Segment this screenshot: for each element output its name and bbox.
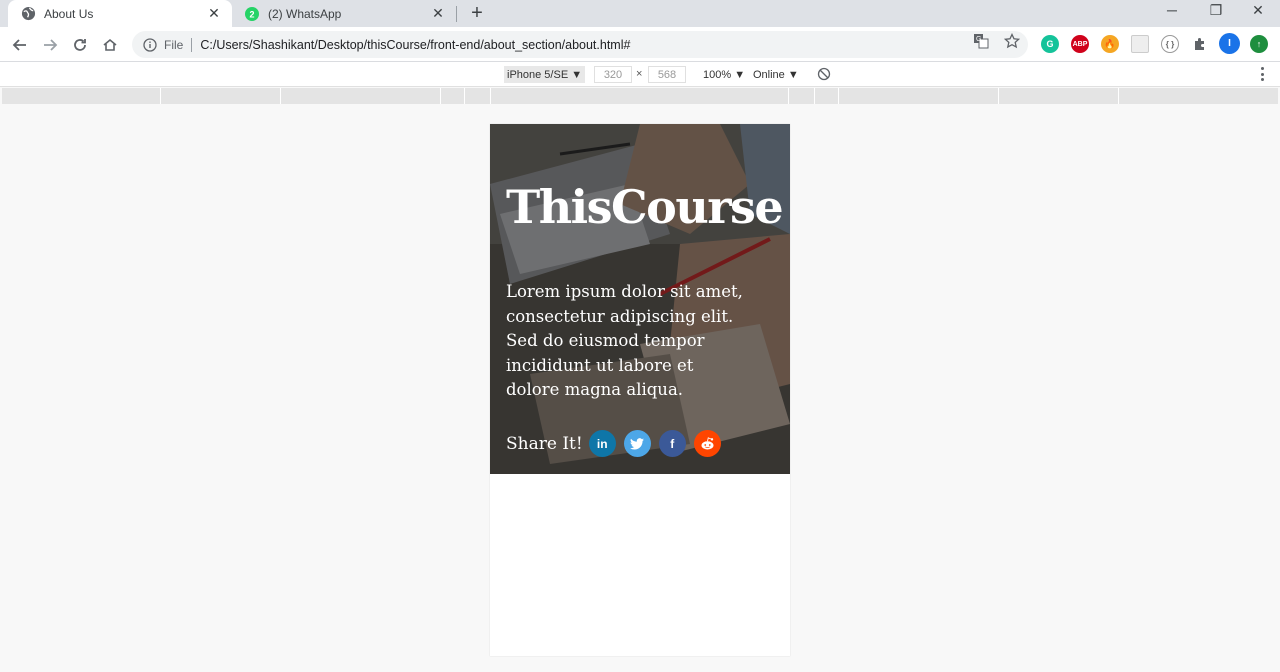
linkedin-icon[interactable]: in [588,430,616,457]
extensions-puzzle-icon[interactable] [1191,35,1209,53]
device-width-input[interactable]: 320 [594,66,632,83]
browser-toolbar: File C:/Users/Shashikant/Desktop/thisCou… [0,27,1280,62]
new-tab-button[interactable]: + [466,2,488,24]
forward-button[interactable] [38,33,62,57]
device-select[interactable]: iPhone 5/SE ▼ [504,66,586,83]
dimension-separator: × [636,68,643,80]
globe-icon [20,6,36,22]
minimize-button[interactable]: ─ [1150,0,1194,20]
info-icon[interactable] [142,37,158,53]
home-icon [103,38,117,51]
network-throttle-select[interactable]: Online ▼ [753,66,799,83]
bookmark-star-icon[interactable] [1003,32,1021,50]
tab-about-us[interactable]: About Us ✕ [8,0,232,27]
url-text[interactable]: C:/Users/Shashikant/Desktop/thisCourse/f… [200,38,630,52]
device-height-input[interactable]: 568 [648,66,686,83]
device-viewport: ThisCourse Lorem ipsum dolor sit amet, c… [490,124,790,656]
reload-icon [74,39,86,51]
restore-button[interactable]: ❐ [1194,0,1238,20]
twitter-icon[interactable] [623,430,651,457]
device-toolbar: iPhone 5/SE ▼ 320 × 568 100% ▼ Online ▼ [0,62,1280,87]
close-window-button[interactable]: ✕ [1236,0,1280,20]
hero-section: ThisCourse Lorem ipsum dolor sit amet, c… [490,124,790,474]
tab-strip: About Us ✕ 2 (2) WhatsApp ✕ + ─ ❐ ✕ [0,0,1280,27]
tab-title: (2) WhatsApp [268,6,342,21]
facebook-icon[interactable]: f [658,430,686,457]
url-scheme: File [164,37,193,52]
tab-whatsapp[interactable]: 2 (2) WhatsApp ✕ [232,0,456,27]
forward-arrow-icon [44,39,58,51]
whatsapp-badge: 2 [249,9,254,19]
brand-title: ThisCourse [506,180,784,234]
translate-icon[interactable]: G [972,32,990,50]
share-label: Share It! [506,433,583,454]
extension-square-icon[interactable] [1131,35,1149,53]
extension-flame-icon[interactable]: 🔥 [1101,35,1119,53]
home-button[interactable] [98,33,122,57]
whatsapp-icon: 2 [244,6,260,22]
close-tab-icon[interactable]: ✕ [430,5,446,22]
back-button[interactable] [8,33,32,57]
close-tab-icon[interactable]: ✕ [206,5,222,22]
reddit-icon[interactable] [693,430,721,457]
more-options-icon[interactable] [1258,67,1266,81]
tab-title: About Us [44,6,94,21]
update-icon[interactable]: ↑ [1250,35,1268,53]
zoom-select[interactable]: 100% ▼ [703,66,745,83]
adblock-icon[interactable]: ABP [1071,35,1089,53]
profile-avatar[interactable]: I [1219,33,1240,54]
hero-description: Lorem ipsum dolor sit amet, consectetur … [506,282,743,399]
extension-code-icon[interactable]: { } [1161,35,1179,53]
reload-button[interactable] [68,33,92,57]
svg-text:G: G [976,36,981,43]
share-bar: Share It! in f [506,430,729,457]
back-arrow-icon [12,39,26,51]
media-query-bar[interactable] [2,88,1278,104]
grammarly-icon[interactable]: G [1041,35,1059,53]
address-bar[interactable]: File C:/Users/Shashikant/Desktop/thisCou… [132,31,1028,58]
tab-divider [456,6,457,22]
rotate-icon[interactable] [817,67,831,81]
